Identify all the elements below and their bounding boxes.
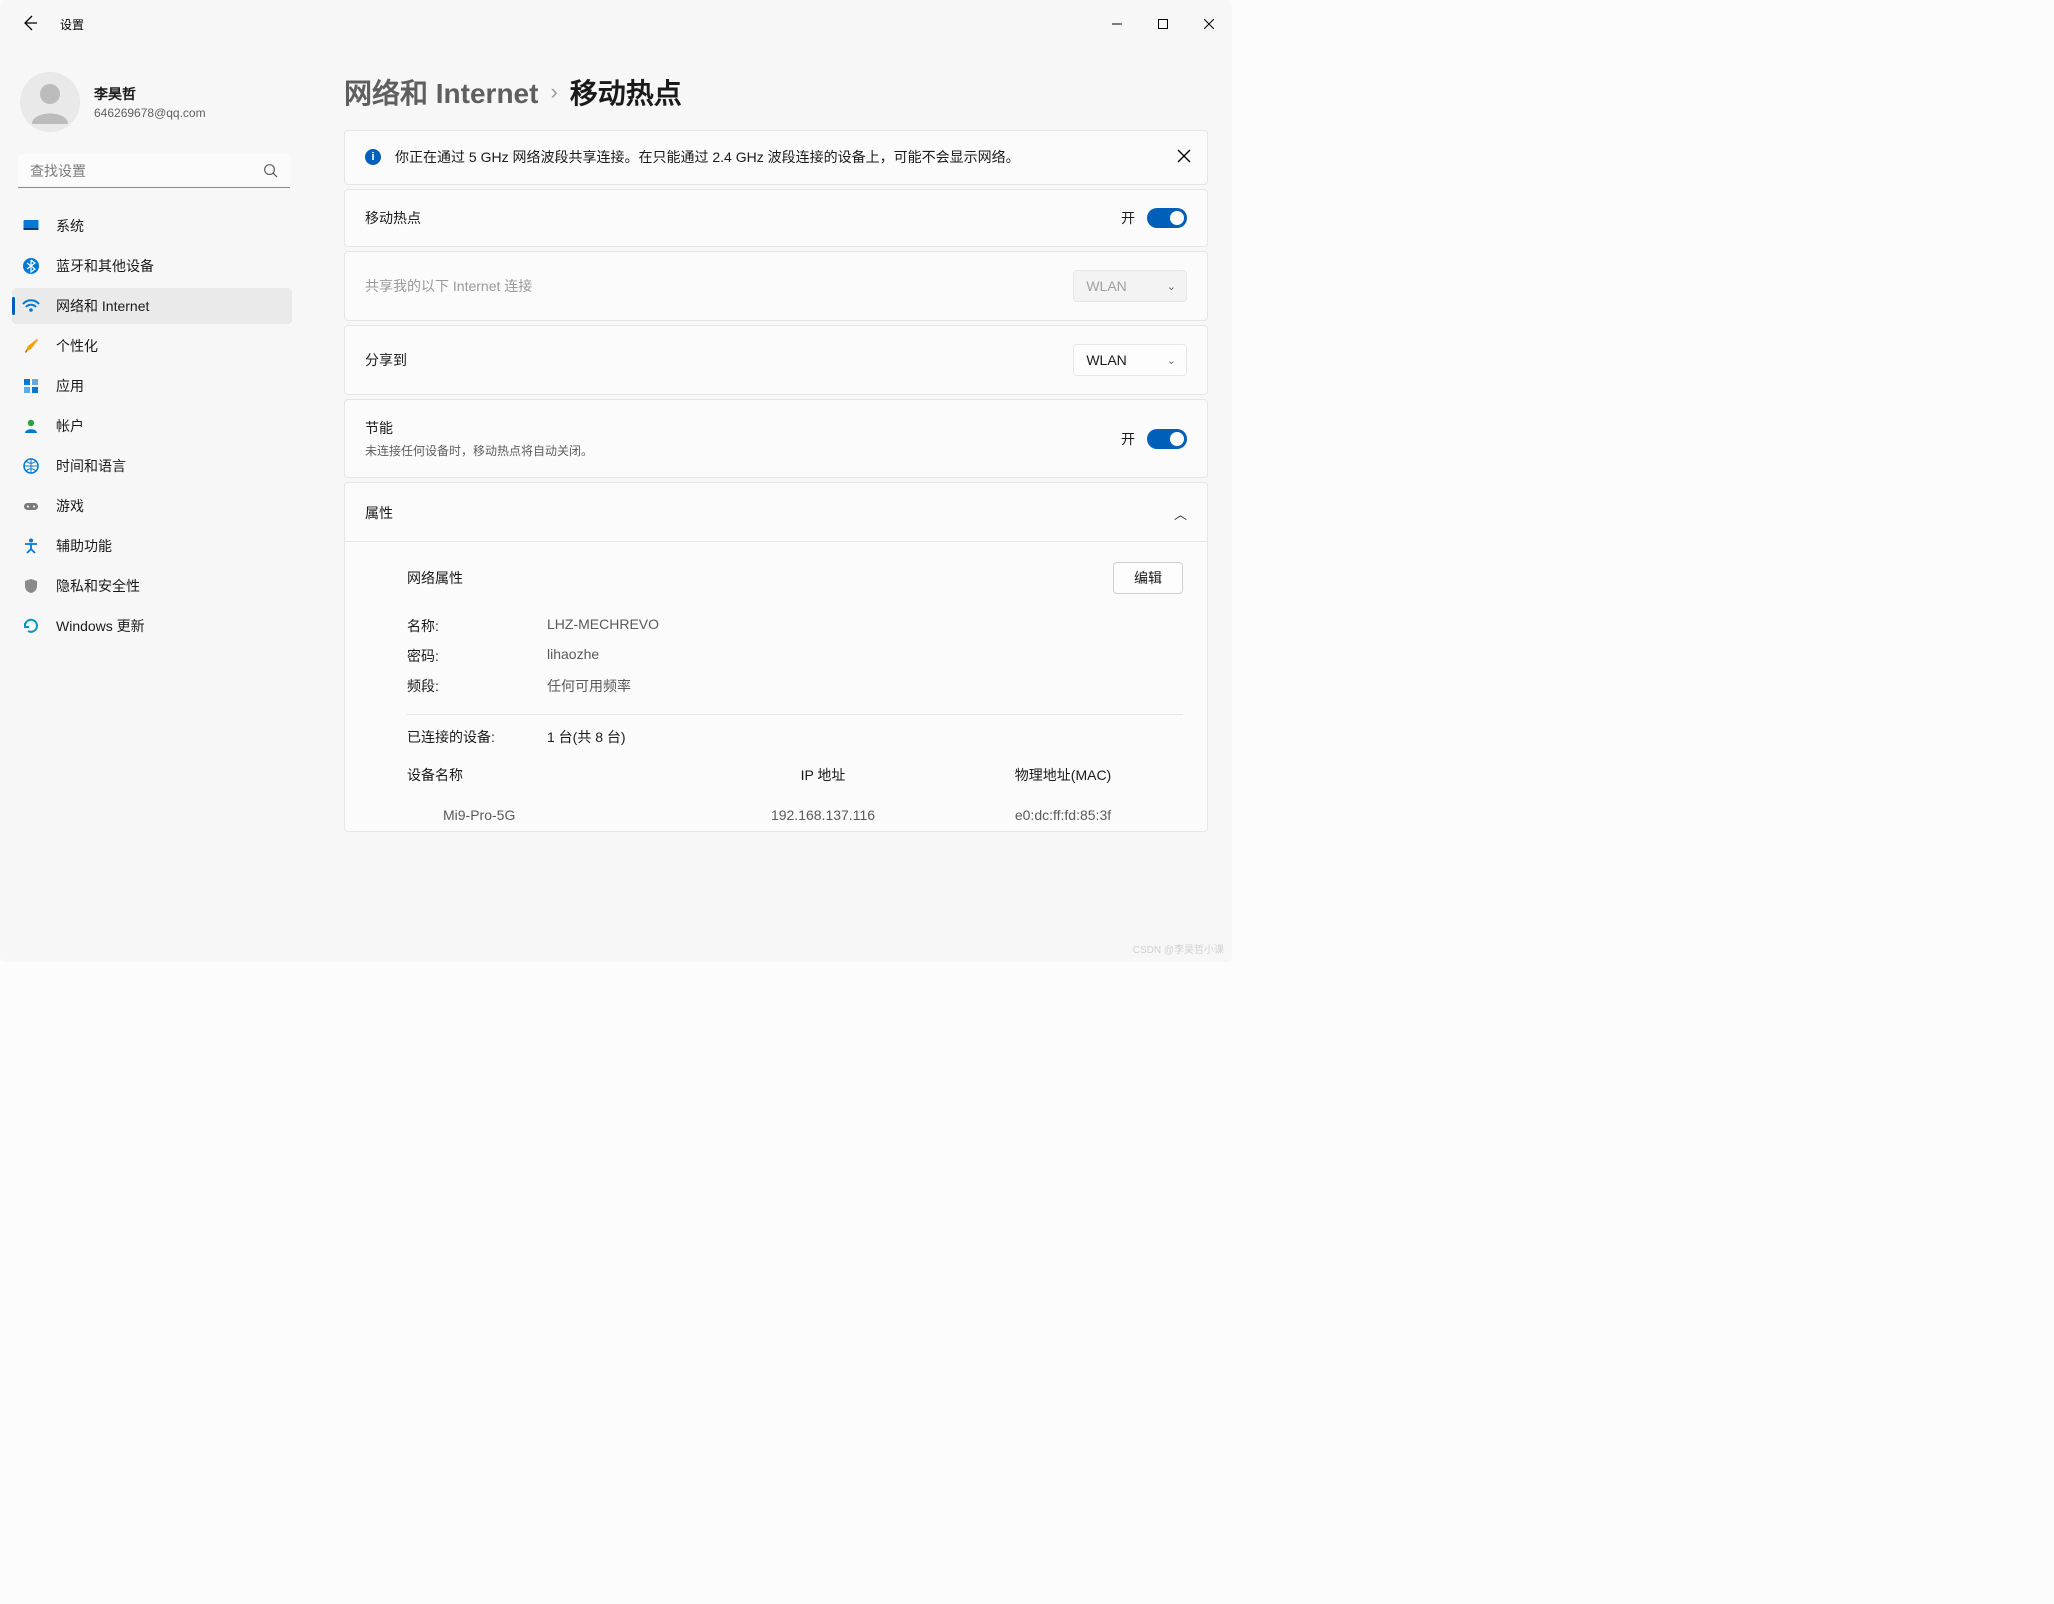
sidebar-item-label: 辅助功能 [56, 536, 112, 556]
close-button[interactable] [1186, 8, 1232, 40]
device-mac: e0:dc:ff:fd:85:3f [943, 807, 1183, 823]
system-icon [22, 217, 40, 235]
brush-icon [22, 337, 40, 355]
sidebar-item-label: 隐私和安全性 [56, 576, 140, 596]
sidebar-item-bluetooth[interactable]: 蓝牙和其他设备 [12, 248, 292, 284]
device-name: Mi9-Pro-5G [407, 807, 703, 823]
sidebar-item-gaming[interactable]: 游戏 [12, 488, 292, 524]
row-label: 移动热点 [365, 208, 421, 228]
apps-icon [22, 377, 40, 395]
band-value: 任何可用频率 [547, 676, 631, 696]
globe-icon [22, 457, 40, 475]
device-row: Mi9-Pro-5G 192.168.137.116 e0:dc:ff:fd:8… [407, 793, 1183, 827]
search-input[interactable] [18, 154, 290, 188]
device-table-header: 设备名称 IP 地址 物理地址(MAC) [407, 757, 1183, 793]
password-value: lihaozhe [547, 646, 599, 666]
net-props-title: 网络属性 [407, 568, 463, 588]
row-label: 共享我的以下 Internet 连接 [365, 276, 532, 296]
profile-name: 李昊哲 [94, 84, 206, 104]
col-mac: 物理地址(MAC) [943, 765, 1183, 785]
name-value: LHZ-MECHREVO [547, 616, 659, 636]
sidebar-item-time-language[interactable]: 时间和语言 [12, 448, 292, 484]
hotspot-toggle[interactable] [1147, 208, 1187, 228]
sidebar-item-label: 游戏 [56, 496, 84, 516]
info-icon: i [365, 149, 381, 165]
sidebar-item-accounts[interactable]: 帐户 [12, 408, 292, 444]
sidebar-item-label: 个性化 [56, 336, 98, 356]
bluetooth-icon [22, 257, 40, 275]
connected-label: 已连接的设备: [407, 727, 547, 747]
sidebar-item-label: Windows 更新 [56, 616, 145, 636]
minimize-button[interactable] [1094, 8, 1140, 40]
update-icon [22, 617, 40, 635]
row-label: 节能 [365, 418, 593, 438]
share-to-row: 分享到 WLAN ⌄ [344, 325, 1208, 395]
sidebar-item-label: 网络和 Internet [56, 296, 149, 316]
share-to-select[interactable]: WLAN ⌄ [1073, 344, 1187, 376]
row-sublabel: 未连接任何设备时，移动热点将自动关闭。 [365, 442, 593, 459]
col-device-name: 设备名称 [407, 765, 703, 785]
select-value: WLAN [1086, 352, 1126, 368]
alert-text: 你正在通过 5 GHz 网络波段共享连接。在只能通过 2.4 GHz 波段连接的… [395, 147, 1151, 168]
watermark: CSDN @李昊哲小课 [1133, 941, 1224, 956]
edit-button[interactable]: 编辑 [1113, 562, 1183, 594]
properties-header[interactable]: 属性 ︿ [345, 483, 1207, 542]
chevron-down-icon: ⌄ [1167, 354, 1176, 367]
sidebar-item-apps[interactable]: 应用 [12, 368, 292, 404]
row-label: 分享到 [365, 350, 407, 370]
close-icon[interactable] [1177, 149, 1191, 163]
chevron-right-icon: › [550, 79, 557, 105]
properties-card: 属性 ︿ 网络属性 编辑 名称:LHZ-MECHREVO 密码:lihaozhe… [344, 482, 1208, 832]
wifi-icon [22, 297, 40, 315]
breadcrumb-parent[interactable]: 网络和 Internet [344, 72, 538, 112]
gamepad-icon [22, 497, 40, 515]
sidebar-item-label: 应用 [56, 376, 84, 396]
power-saving-toggle[interactable] [1147, 429, 1187, 449]
password-label: 密码: [407, 646, 547, 666]
toggle-state: 开 [1121, 208, 1135, 228]
device-ip: 192.168.137.116 [703, 807, 943, 823]
sidebar-item-network[interactable]: 网络和 Internet [12, 288, 292, 324]
page-title: 移动热点 [570, 72, 682, 112]
titlebar: 设置 [0, 0, 1232, 48]
chevron-up-icon: ︿ [1174, 504, 1187, 523]
maximize-button[interactable] [1140, 8, 1186, 40]
back-icon[interactable] [22, 15, 38, 34]
sidebar-item-update[interactable]: Windows 更新 [12, 608, 292, 644]
main-content: 网络和 Internet › 移动热点 i 你正在通过 5 GHz 网络波段共享… [304, 48, 1232, 962]
sidebar-item-personalization[interactable]: 个性化 [12, 328, 292, 364]
app-title: 设置 [60, 16, 84, 33]
section-title: 属性 [365, 503, 393, 523]
power-saving-row: 节能 未连接任何设备时，移动热点将自动关闭。 开 [344, 399, 1208, 478]
profile-email: 646269678@qq.com [94, 106, 206, 120]
profile[interactable]: 李昊哲 646269678@qq.com [0, 60, 304, 150]
band-label: 频段: [407, 676, 547, 696]
sidebar-item-label: 蓝牙和其他设备 [56, 256, 154, 276]
share-from-select: WLAN ⌄ [1073, 270, 1187, 302]
info-alert: i 你正在通过 5 GHz 网络波段共享连接。在只能通过 2.4 GHz 波段连… [344, 130, 1208, 185]
toggle-state: 开 [1121, 429, 1135, 449]
accessibility-icon [22, 537, 40, 555]
search-icon [263, 163, 278, 181]
search-field[interactable] [18, 154, 290, 188]
shield-icon [22, 577, 40, 595]
chevron-down-icon: ⌄ [1167, 280, 1176, 293]
breadcrumb: 网络和 Internet › 移动热点 [344, 72, 1208, 112]
share-from-row: 共享我的以下 Internet 连接 WLAN ⌄ [344, 251, 1208, 321]
name-label: 名称: [407, 616, 547, 636]
person-icon [22, 417, 40, 435]
sidebar-item-system[interactable]: 系统 [12, 208, 292, 244]
sidebar-item-label: 时间和语言 [56, 456, 126, 476]
sidebar-item-privacy[interactable]: 隐私和安全性 [12, 568, 292, 604]
sidebar: 李昊哲 646269678@qq.com 系统 蓝牙和其他设备 [0, 48, 304, 962]
sidebar-item-label: 系统 [56, 216, 84, 236]
sidebar-item-label: 帐户 [56, 416, 84, 436]
sidebar-item-accessibility[interactable]: 辅助功能 [12, 528, 292, 564]
select-value: WLAN [1086, 278, 1126, 294]
avatar-icon [20, 72, 80, 132]
col-ip: IP 地址 [703, 765, 943, 785]
hotspot-toggle-row: 移动热点 开 [344, 189, 1208, 247]
connected-count: 1 台(共 8 台) [547, 727, 626, 747]
